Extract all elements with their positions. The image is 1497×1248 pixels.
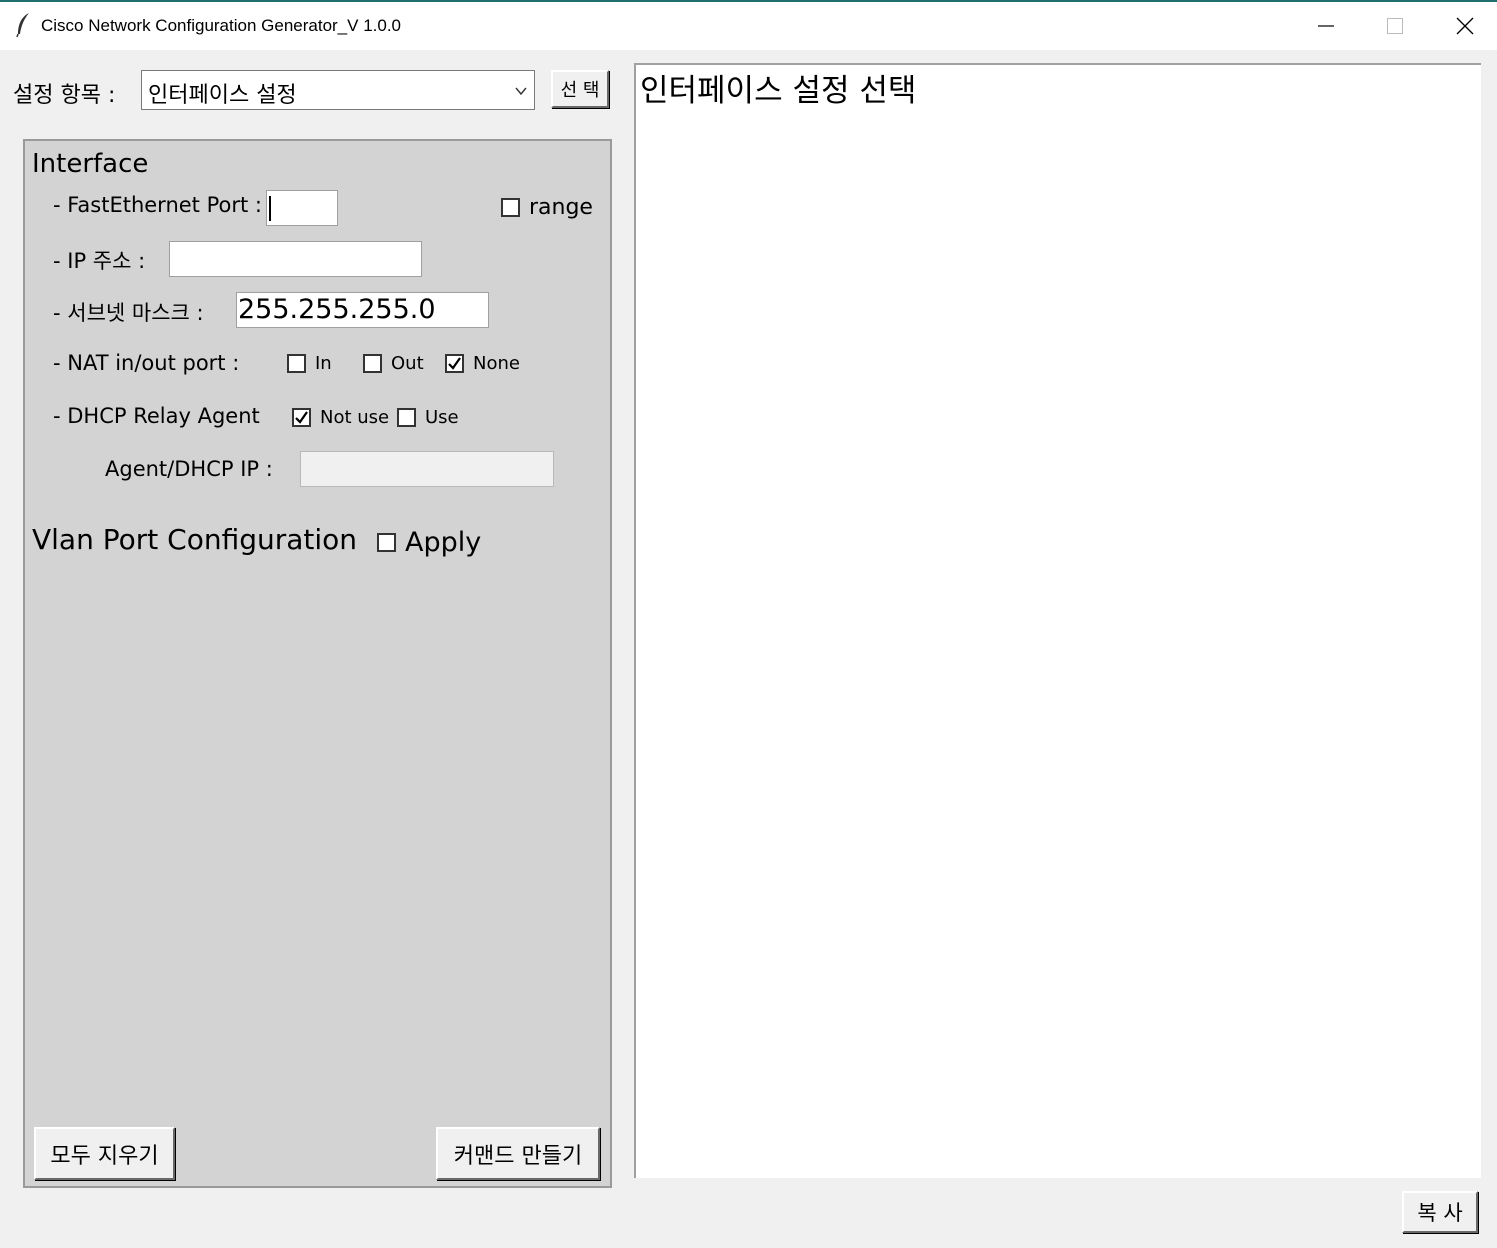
output-text: 인터페이스 설정 선택 <box>640 73 917 109</box>
nat-in-label: In <box>315 353 332 374</box>
vlan-section-title: Vlan Port Configuration <box>32 523 358 556</box>
copy-button[interactable]: 복 사 <box>1402 1191 1478 1233</box>
close-icon <box>1456 17 1474 35</box>
subnet-mask-input[interactable]: 255.255.255.0 <box>236 292 489 328</box>
chevron-down-icon <box>515 87 527 96</box>
ip-address-input[interactable] <box>169 241 422 277</box>
minimize-button[interactable] <box>1291 2 1361 50</box>
vlan-apply-label: Apply <box>405 527 482 558</box>
maximize-button[interactable] <box>1360 2 1430 50</box>
nat-port-label: - NAT in/out port : <box>53 351 240 375</box>
subnet-mask-label: - 서브넷 마스크 : <box>53 301 204 325</box>
nat-out-label: Out <box>391 353 424 374</box>
nat-in-checkbox[interactable]: In <box>287 353 332 374</box>
vlan-apply-checkbox[interactable]: Apply <box>377 527 481 558</box>
feather-icon <box>14 12 32 38</box>
combobox-value: 인터페이스 설정 <box>148 83 297 108</box>
range-label: range <box>529 195 593 220</box>
agent-dhcp-ip-label: Agent/DHCP IP : <box>105 457 273 481</box>
setting-item-combobox[interactable]: 인터페이스 설정 <box>141 70 535 110</box>
subnet-mask-value: 255.255.255.0 <box>238 294 436 325</box>
agent-dhcp-ip-input[interactable] <box>300 451 554 487</box>
nat-none-label: None <box>473 353 520 374</box>
maximize-icon <box>1387 18 1403 34</box>
checkbox-box <box>363 354 382 373</box>
dhcp-use-label: Use <box>425 407 459 428</box>
text-cursor <box>269 196 271 221</box>
checkbox-box <box>292 408 311 427</box>
checkbox-box <box>287 354 306 373</box>
checkmark-icon <box>448 357 461 370</box>
range-checkbox[interactable]: range <box>501 195 593 220</box>
fastethernet-port-label: - FastEthernet Port : <box>53 193 262 217</box>
checkbox-box <box>377 533 396 552</box>
title-bar: Cisco Network Configuration Generator_V … <box>0 0 1497 50</box>
nat-none-checkbox[interactable]: None <box>445 353 520 374</box>
checkbox-box <box>397 408 416 427</box>
select-button[interactable]: 선 택 <box>551 70 609 108</box>
dhcp-relay-label: - DHCP Relay Agent <box>53 404 260 428</box>
dhcp-not-use-checkbox[interactable]: Not use <box>292 407 389 428</box>
window-title: Cisco Network Configuration Generator_V … <box>41 16 402 35</box>
client-area: 설정 항목 : 인터페이스 설정 선 택 Interface - FastEth… <box>0 50 1497 1248</box>
dhcp-not-use-label: Not use <box>320 407 390 428</box>
checkmark-icon <box>295 411 308 424</box>
interface-section-title: Interface <box>32 149 149 179</box>
make-command-button[interactable]: 커맨드 만들기 <box>436 1127 600 1180</box>
dhcp-use-checkbox[interactable]: Use <box>397 407 459 428</box>
checkbox-box <box>445 354 464 373</box>
setting-item-label: 설정 항목 : <box>13 83 116 108</box>
ip-address-label: - IP 주소 : <box>53 249 146 273</box>
fastethernet-port-input[interactable] <box>266 190 338 226</box>
output-textarea[interactable]: 인터페이스 설정 선택 <box>634 63 1481 1178</box>
close-button[interactable] <box>1430 2 1497 50</box>
minimize-icon <box>1318 25 1334 27</box>
checkbox-box <box>501 198 520 217</box>
nat-out-checkbox[interactable]: Out <box>363 353 424 374</box>
config-panel: Interface - FastEthernet Port : range - … <box>23 139 612 1188</box>
clear-all-button[interactable]: 모두 지우기 <box>34 1127 175 1180</box>
